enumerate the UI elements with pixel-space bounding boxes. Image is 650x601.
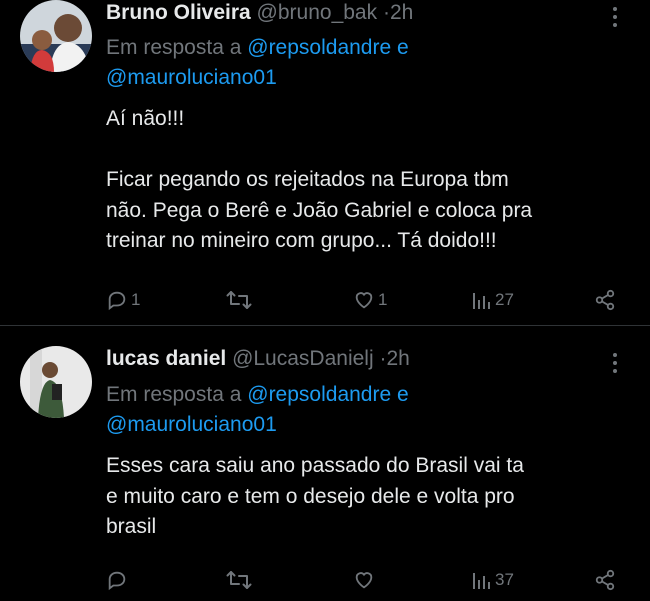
reply-conjunction: e <box>397 36 409 59</box>
reply-count: 1 <box>131 290 141 309</box>
tweet-text-line: treinar no mineiro com grupo... Tá doido… <box>106 229 497 252</box>
retweet-button[interactable] <box>226 567 255 593</box>
separator-dot: · <box>382 1 390 24</box>
tweet[interactable]: Bruno Oliveira @bruno_bak ·2h Em respost… <box>0 0 650 325</box>
mention-link[interactable]: @repsoldandre <box>247 383 391 406</box>
author-name[interactable]: lucas daniel <box>106 347 226 370</box>
reply-conjunction: e <box>397 383 409 406</box>
tweet-header: lucas daniel @LucasDanielj ·2h <box>106 346 410 372</box>
author-name[interactable]: Bruno Oliveira <box>106 1 251 24</box>
avatar[interactable] <box>20 0 92 72</box>
retweet-icon <box>226 571 252 589</box>
tweet-text-line: Esses cara saiu ano passado do Brasil va… <box>106 454 524 477</box>
reply-icon <box>108 291 126 311</box>
more-icon[interactable] <box>605 351 625 375</box>
tweet-actions: 37 <box>106 567 626 593</box>
mention-link[interactable]: @repsoldandre <box>247 36 391 59</box>
tweet-text: Aí não!!! Ficar pegando os rejeitados na… <box>106 104 626 257</box>
share-button[interactable] <box>594 287 616 313</box>
views-button[interactable]: 27 <box>472 287 514 313</box>
reply-button[interactable]: 1 <box>106 287 140 313</box>
share-icon <box>595 569 615 591</box>
retweet-button[interactable] <box>226 287 255 313</box>
views-count: 37 <box>495 570 514 589</box>
tweet-text-line <box>106 135 626 166</box>
views-icon <box>473 573 490 589</box>
views-icon <box>473 293 490 309</box>
retweet-icon <box>226 291 252 309</box>
avatar[interactable] <box>20 346 92 418</box>
tweet-text-line: Aí não!!! <box>106 107 185 130</box>
heart-icon <box>355 572 373 589</box>
timestamp[interactable]: 2h <box>390 1 413 24</box>
timestamp[interactable]: 2h <box>386 347 409 370</box>
mention-link[interactable]: @mauroluciano01 <box>106 66 277 89</box>
tweet-text-line: brasil <box>106 515 157 538</box>
tweet-actions: 1 1 27 <box>106 287 626 313</box>
tweet-text-line: Ficar pegando os rejeitados na Europa tb… <box>106 168 509 191</box>
views-button[interactable]: 37 <box>472 567 514 593</box>
mention-link[interactable]: @mauroluciano01 <box>106 413 277 436</box>
reply-context: Em resposta a @repsoldandre e @mauroluci… <box>106 380 626 440</box>
author-handle[interactable]: @bruno_bak <box>257 1 378 24</box>
share-button[interactable] <box>594 567 616 593</box>
reply-context: Em resposta a @repsoldandre e @mauroluci… <box>106 33 626 93</box>
reply-icon <box>108 571 126 591</box>
tweet-text-line: e muito caro e tem o desejo dele e volta… <box>106 484 515 508</box>
like-count: 1 <box>378 290 388 309</box>
heart-icon <box>355 292 373 309</box>
share-icon <box>595 289 615 311</box>
reply-button[interactable] <box>106 567 131 593</box>
reply-prefix: Em resposta a <box>106 383 242 406</box>
views-count: 27 <box>495 290 514 309</box>
tweet-text-line: não. Pega o Berê e João Gabriel e coloca… <box>106 198 533 222</box>
tweet-text: Esses cara saiu ano passado do Brasil va… <box>106 451 626 543</box>
reply-prefix: Em resposta a <box>106 36 242 59</box>
more-icon[interactable] <box>605 5 625 29</box>
like-button[interactable] <box>353 567 378 593</box>
like-button[interactable]: 1 <box>353 287 387 313</box>
author-handle[interactable]: @LucasDanielj <box>232 347 374 370</box>
tweet-header: Bruno Oliveira @bruno_bak ·2h <box>106 0 413 26</box>
